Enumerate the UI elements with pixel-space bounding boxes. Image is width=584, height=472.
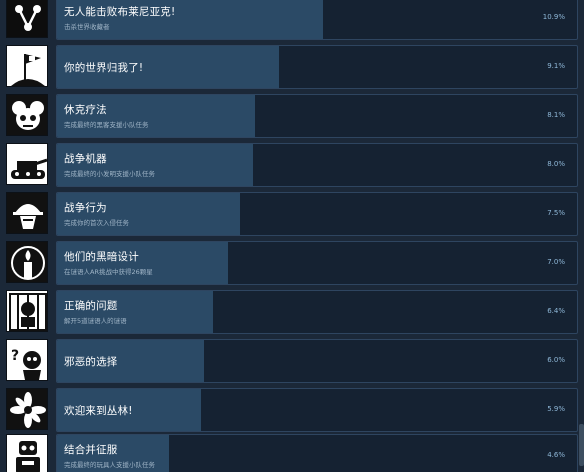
achievement-desc: 完成你的首次入侵任务 <box>64 219 129 227</box>
achievement-row[interactable]: 结合并征服 完成最终的玩具人支援小队任务 4.6% <box>6 434 578 472</box>
achievement-title: 他们的黑暗设计 <box>64 251 139 263</box>
achievement-row[interactable]: 战争机器 完成最终的小发明支援小队任务 8.0% <box>6 143 578 187</box>
achievement-desc: 完成最终的黑客支援小队任务 <box>64 121 149 129</box>
achievement-row[interactable]: 休克疗法 完成最终的黑客支援小队任务 8.1% <box>6 94 578 138</box>
achievement-row[interactable]: 战争行为 完成你的首次入侵任务 7.5% <box>6 192 578 236</box>
achievement-desc: 击杀世界收藏者 <box>64 23 110 31</box>
achievement-title: 你的世界归我了! <box>64 62 144 74</box>
robot-toy-icon <box>6 434 48 472</box>
achievement-bar: 正确的问题 解开5道谜语人的谜语 6.4% <box>56 290 578 334</box>
achievement-row[interactable]: 无人能击败布莱尼亚克! 击杀世界收藏者 10.9% <box>6 0 578 40</box>
achievement-row[interactable]: ? 邪恶的选择 6.0% <box>6 339 578 383</box>
flag-on-globe-icon <box>6 45 48 87</box>
achievement-percent: 4.6% <box>547 451 565 459</box>
achievement-percent: 5.9% <box>547 405 565 413</box>
achievement-title: 结合并征服 <box>64 444 118 456</box>
soldier-helmet-icon <box>6 192 48 234</box>
achievement-row[interactable]: 他们的黑暗设计 在谜语人AR挑战中获得26颗星 7.0% <box>6 241 578 285</box>
achievement-percent: 6.4% <box>547 307 565 315</box>
achievement-bar: 邪恶的选择 6.0% <box>56 339 578 383</box>
achievement-list: 无人能击败布莱尼亚克! 击杀世界收藏者 10.9% 你的世界归我了! 9.1% <box>0 0 584 472</box>
achievement-title: 战争行为 <box>64 202 107 214</box>
achievement-bar: 你的世界归我了! 9.1% <box>56 45 578 89</box>
question-mark-villain-icon: ? <box>6 339 48 381</box>
achievement-row[interactable]: 正确的问题 解开5道谜语人的谜语 6.4% <box>6 290 578 334</box>
achievement-bar: 战争行为 完成你的首次入侵任务 7.5% <box>56 192 578 236</box>
achievement-bar: 他们的黑暗设计 在谜语人AR挑战中获得26颗星 7.0% <box>56 241 578 285</box>
achievement-title: 休克疗法 <box>64 104 107 116</box>
achievement-bar: 战争机器 完成最终的小发明支援小队任务 8.0% <box>56 143 578 187</box>
achievement-bar: 结合并征服 完成最终的玩具人支援小队任务 4.6% <box>56 434 578 472</box>
achievement-title: 正确的问题 <box>64 300 118 312</box>
achievement-bar: 欢迎来到丛林! 5.9% <box>56 388 578 432</box>
achievement-row[interactable]: 欢迎来到丛林! 5.9% <box>6 388 578 432</box>
achievement-title: 欢迎来到丛林! <box>64 405 133 417</box>
achievement-percent: 7.5% <box>547 209 565 217</box>
achievement-title: 无人能击败布莱尼亚克! <box>64 6 176 18</box>
achievement-percent: 8.0% <box>547 160 565 168</box>
achievement-desc: 解开5道谜语人的谜语 <box>64 317 127 325</box>
achievement-desc: 完成最终的小发明支援小队任务 <box>64 170 155 178</box>
achievement-bar: 无人能击败布莱尼亚克! 击杀世界收藏者 10.9% <box>56 0 578 40</box>
achievement-title: 战争机器 <box>64 153 107 165</box>
achievement-bar: 休克疗法 完成最终的黑客支援小队任务 8.1% <box>56 94 578 138</box>
achievement-percent: 9.1% <box>547 62 565 70</box>
network-nodes-icon <box>6 0 48 38</box>
achievement-percent: 10.9% <box>542 13 565 21</box>
svg-text:?: ? <box>11 348 19 364</box>
candle-icon <box>6 241 48 283</box>
achievement-percent: 7.0% <box>547 258 565 266</box>
achievement-row[interactable]: 你的世界归我了! 9.1% <box>6 45 578 89</box>
achievement-desc: 在谜语人AR挑战中获得26颗星 <box>64 268 153 276</box>
jungle-flower-icon <box>6 388 48 430</box>
achievement-title: 邪恶的选择 <box>64 356 118 368</box>
achievement-desc: 完成最终的玩具人支援小队任务 <box>64 461 155 469</box>
scrollbar-thumb[interactable] <box>579 424 584 466</box>
tank-icon <box>6 143 48 185</box>
achievement-percent: 6.0% <box>547 356 565 364</box>
achievement-percent: 8.1% <box>547 111 565 119</box>
skull-mask-icon <box>6 94 48 136</box>
caged-riddler-icon <box>6 290 48 332</box>
